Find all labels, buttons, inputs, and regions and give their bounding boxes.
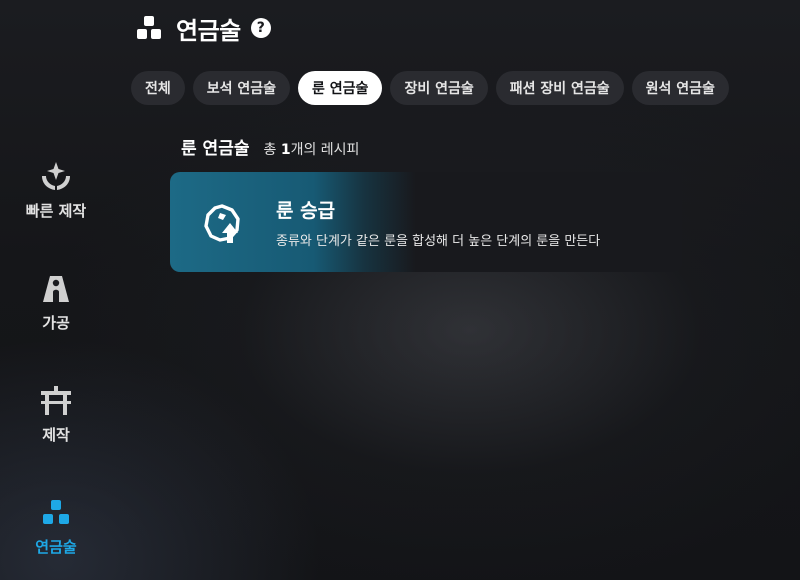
tab-equipment-alchemy[interactable]: 장비 연금술	[390, 71, 488, 105]
nav-label-alchemy: 연금술	[35, 538, 77, 556]
recipe-card[interactable]: 룬 승급 종류와 단계가 같은 룬을 합성해 더 높은 단계의 룬을 만든다	[170, 172, 682, 272]
alchemy-icon	[43, 500, 69, 524]
question-icon[interactable]: ?	[250, 18, 271, 38]
tab-fashion-equipment-alchemy[interactable]: 패션 장비 연금술	[495, 71, 624, 105]
category-tabs: 전체 보석 연금술 룬 연금술 장비 연금술 패션 장비 연금술 원석 연금술	[131, 71, 729, 105]
recipe-count-value: 1	[280, 142, 291, 158]
tab-ore-alchemy[interactable]: 원석 연금술	[631, 71, 729, 105]
recipe-description: 종류와 단계가 같은 룬을 합성해 더 높은 단계의 룬을 만든다	[276, 234, 601, 249]
nav-label-processing: 가공	[42, 314, 70, 332]
processing-icon	[43, 276, 69, 302]
alchemy-logo-icon	[134, 13, 164, 43]
nav-item-crafting[interactable]: 제작	[0, 384, 112, 445]
nav-item-processing[interactable]: 가공	[0, 272, 112, 333]
recipe-count-prefix: 총	[263, 142, 281, 158]
page-title: 연금술	[176, 16, 241, 45]
nav-item-quick-craft[interactable]: 빠른 제작	[0, 160, 112, 221]
page-header: 연금술 ?	[134, 10, 271, 46]
tab-gem-alchemy[interactable]: 보석 연금술	[192, 71, 291, 105]
quick-craft-icon	[42, 162, 70, 190]
tab-all[interactable]: 전체	[131, 71, 185, 105]
recipe-count: 총 1개의 레시피	[263, 139, 359, 159]
recipe-count-suffix: 개의 레시피	[290, 142, 360, 158]
nav-label-crafting: 제작	[42, 426, 70, 444]
rune-upgrade-icon	[204, 204, 240, 243]
section-heading: 룬 연금술 총 1개의 레시피	[181, 134, 359, 159]
section-title: 룬 연금술	[181, 139, 250, 159]
crafting-icon	[41, 386, 71, 415]
tab-rune-alchemy[interactable]: 룬 연금술	[298, 71, 383, 105]
nav-label-quick-craft: 빠른 제작	[25, 202, 87, 220]
nav-item-alchemy[interactable]: 연금술	[0, 496, 112, 557]
recipe-title: 룬 승급	[276, 200, 336, 222]
